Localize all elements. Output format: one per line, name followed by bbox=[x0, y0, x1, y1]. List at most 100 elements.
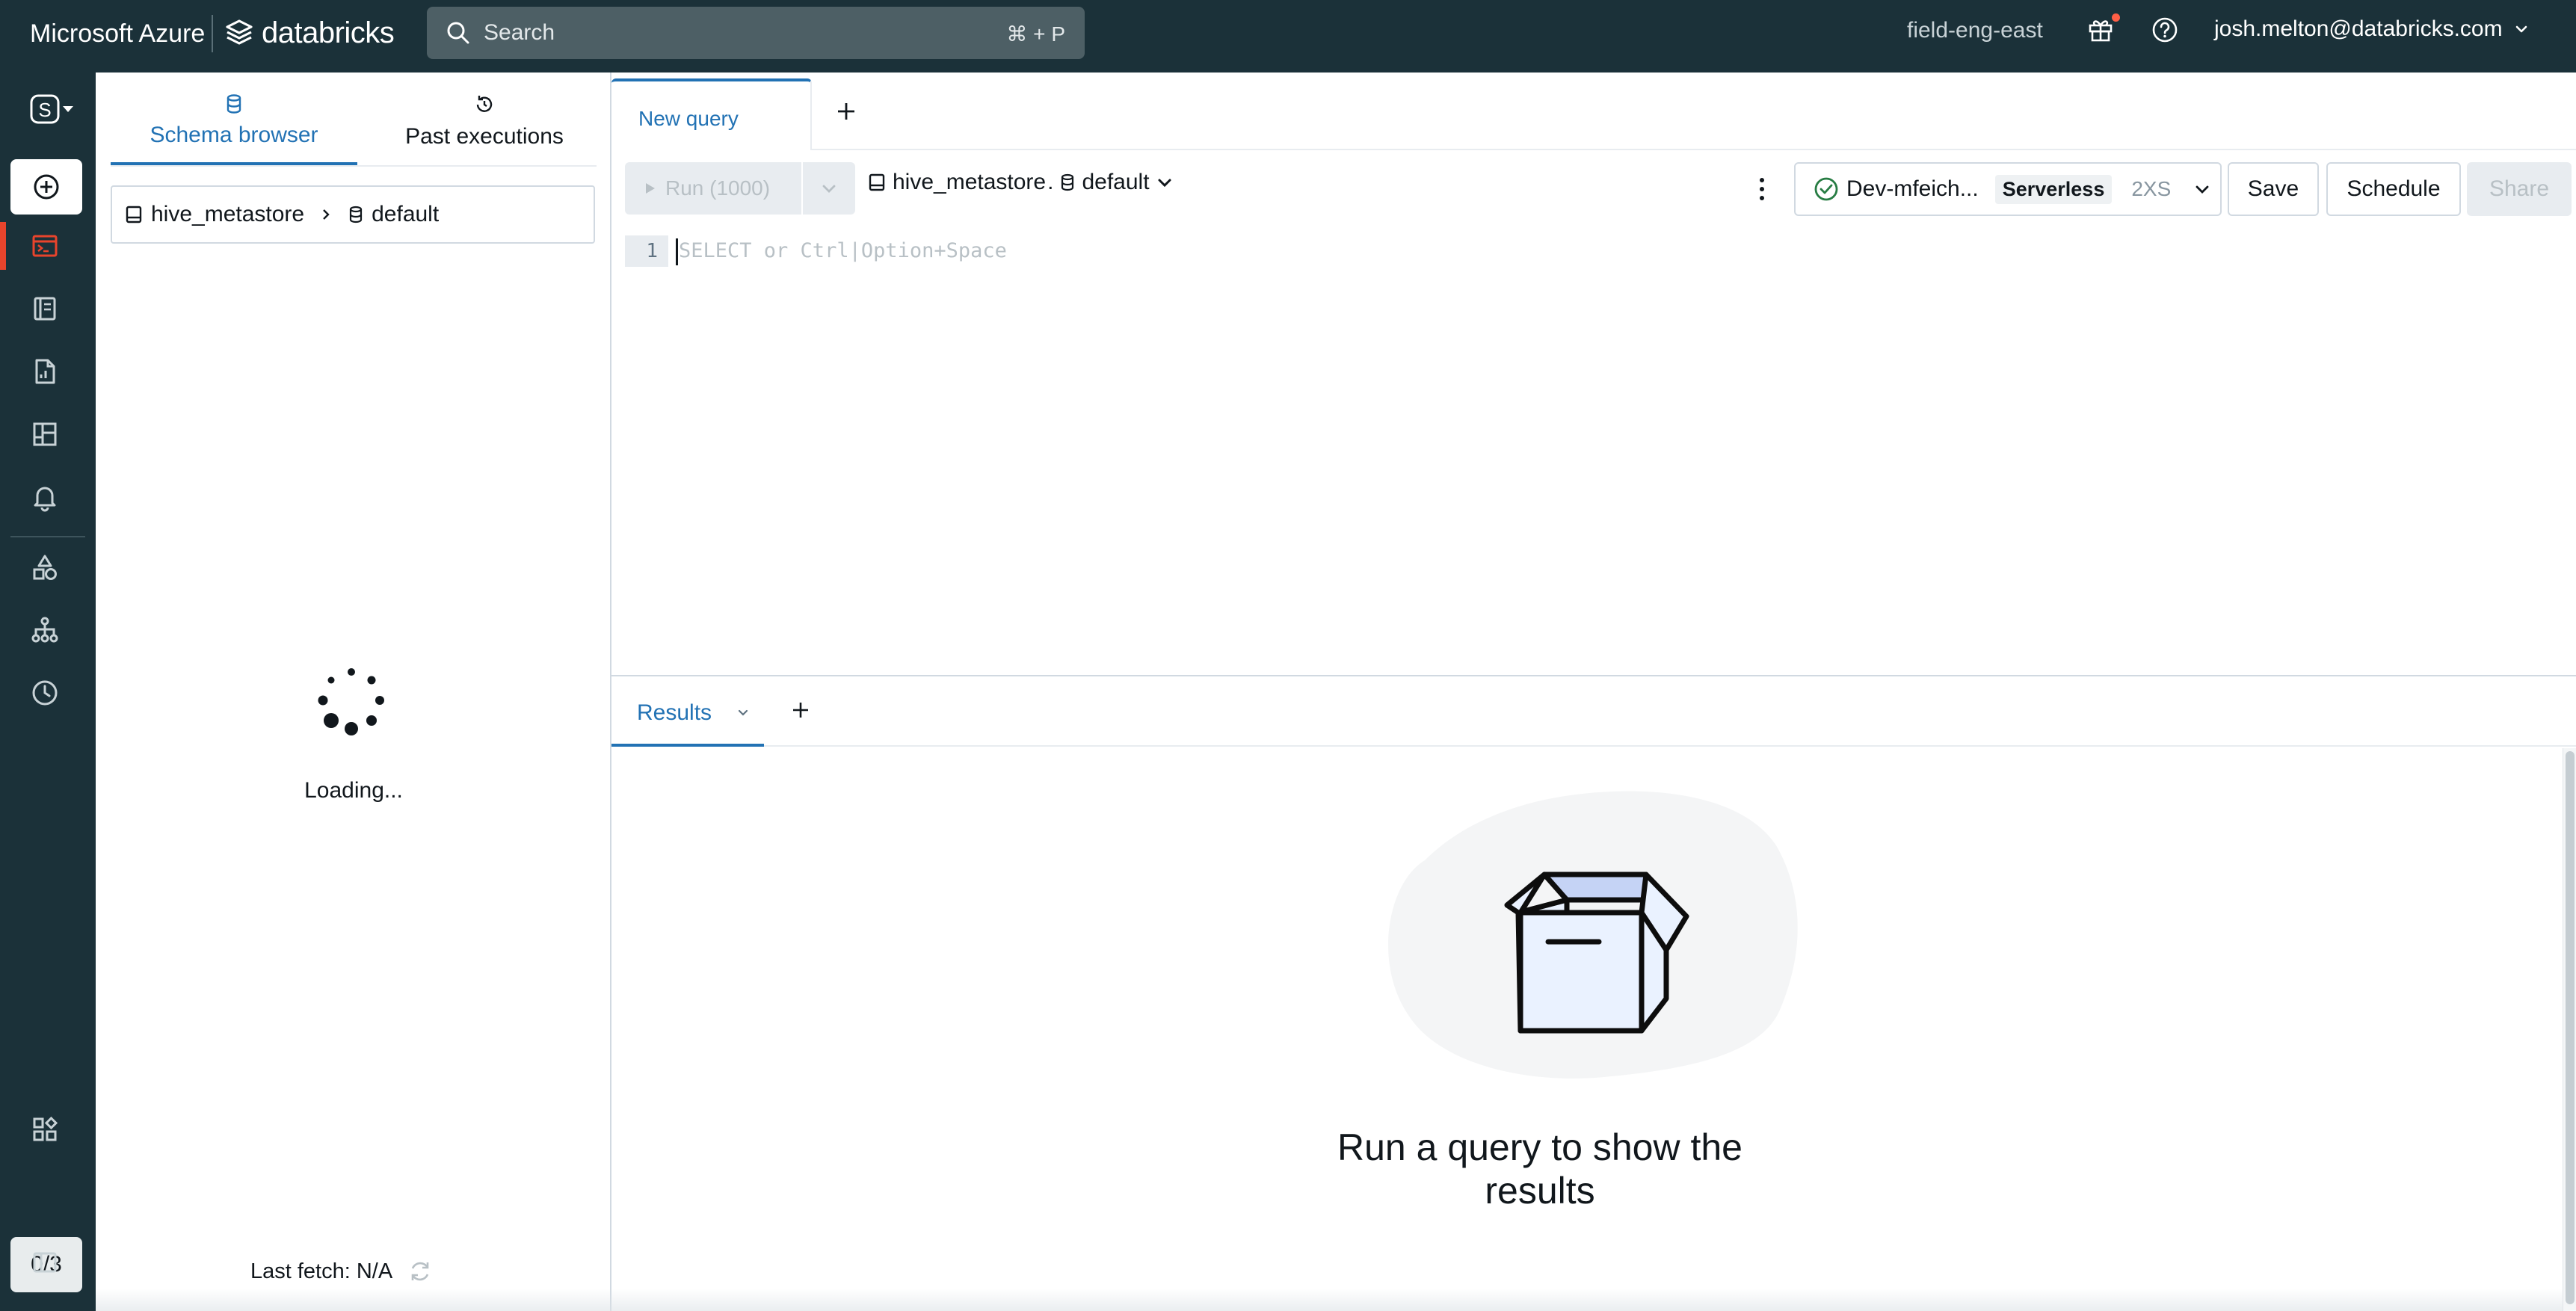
chevron-down-icon bbox=[2193, 180, 2211, 198]
add-visualization-button[interactable] bbox=[788, 697, 813, 723]
catalog-icon bbox=[867, 172, 887, 193]
collapse-sidebar-button[interactable] bbox=[24, 1241, 66, 1283]
search-icon bbox=[445, 19, 472, 46]
nav-query-history[interactable] bbox=[24, 672, 66, 714]
apps-icon bbox=[30, 1114, 60, 1144]
active-nav-indicator bbox=[0, 222, 6, 270]
nav-queries[interactable] bbox=[24, 288, 66, 330]
dashboard-icon bbox=[30, 419, 60, 449]
tab-past-executions-label: Past executions bbox=[405, 124, 564, 149]
workspace-letter: S bbox=[38, 99, 51, 121]
breadcrumb-catalog[interactable]: hive_metastore bbox=[151, 202, 304, 227]
last-fetch-text: Last fetch: N/A bbox=[250, 1259, 393, 1283]
share-button[interactable]: Share bbox=[2467, 162, 2572, 216]
text-cursor bbox=[676, 238, 678, 265]
schema-icon bbox=[1059, 173, 1076, 192]
loading-text: Loading... bbox=[304, 778, 403, 803]
plus-icon bbox=[788, 697, 813, 723]
schedule-button[interactable]: Schedule bbox=[2326, 162, 2461, 216]
nav-dashboards[interactable] bbox=[24, 413, 66, 455]
empty-results-line1: Run a query to show the bbox=[1337, 1126, 1743, 1168]
nav-catalog[interactable] bbox=[24, 546, 66, 588]
bell-icon bbox=[30, 482, 60, 512]
loading-spinner bbox=[314, 663, 389, 738]
databricks-logo-icon bbox=[224, 18, 254, 48]
add-query-tab-button[interactable] bbox=[833, 98, 860, 125]
azure-brand: Microsoft Azure bbox=[30, 19, 206, 48]
breadcrumb-schema[interactable]: default bbox=[372, 202, 439, 227]
query-tab[interactable]: New query bbox=[611, 78, 812, 150]
run-button[interactable]: Run (1000) bbox=[625, 162, 801, 215]
warehouse-name: Dev-mfeich... bbox=[1846, 176, 1979, 201]
empty-results-message: Run a query to show the results bbox=[611, 1126, 2468, 1212]
empty-box-icon bbox=[1358, 771, 1821, 1107]
nav-sql-editor[interactable] bbox=[24, 225, 66, 267]
nav-marketplace[interactable] bbox=[24, 1108, 66, 1150]
editor-placeholder: SELECT or Ctrl|Option+Space bbox=[679, 239, 1007, 262]
workspace-switcher[interactable]: field-eng-east bbox=[1907, 18, 2043, 43]
selected-schema: default bbox=[1082, 170, 1150, 194]
schema-icon bbox=[348, 205, 364, 224]
schema-panel: Schema browser Past executions hive_meta… bbox=[96, 73, 611, 1311]
persona-switcher[interactable]: S bbox=[22, 89, 79, 131]
whats-new-button[interactable] bbox=[2086, 13, 2120, 45]
chevron-down-icon bbox=[819, 179, 839, 198]
databricks-logo[interactable]: databricks bbox=[224, 13, 395, 52]
new-button[interactable] bbox=[10, 159, 82, 215]
sidebar-icon bbox=[30, 1247, 60, 1277]
last-fetch-status: Last fetch: N/A bbox=[250, 1259, 433, 1284]
help-button[interactable] bbox=[2150, 15, 2180, 45]
user-email: josh.melton@databricks.com bbox=[2214, 16, 2503, 41]
catalog-separator: . bbox=[1047, 170, 1054, 194]
sql-editor-icon bbox=[30, 231, 60, 261]
kebab-icon bbox=[1751, 173, 1773, 206]
empty-results-line2: results bbox=[1485, 1170, 1595, 1212]
tabs-divider bbox=[111, 165, 597, 167]
workflow-icon bbox=[30, 615, 60, 645]
nav-workflows[interactable] bbox=[24, 609, 66, 651]
query-tab-label: New query bbox=[638, 107, 739, 130]
catalog-schema-selector[interactable]: hive_metastore . default bbox=[867, 170, 1174, 195]
nav-dashboards-legacy[interactable] bbox=[24, 351, 66, 392]
gift-icon bbox=[2086, 15, 2116, 45]
results-tab-label: Results bbox=[637, 700, 712, 725]
tab-results[interactable]: Results bbox=[611, 676, 764, 747]
plus-circle-icon bbox=[31, 172, 61, 202]
plus-icon bbox=[833, 98, 860, 125]
global-search[interactable]: Search ⌘ + P bbox=[427, 7, 1085, 59]
editor-toolbar: Run (1000) hive_metastore . default Dev-… bbox=[611, 152, 2576, 226]
scrollbar-thumb[interactable] bbox=[2566, 751, 2575, 1304]
file-chart-icon bbox=[30, 357, 60, 386]
tab-schema-browser[interactable]: Schema browser bbox=[111, 93, 357, 148]
nav-alerts[interactable] bbox=[24, 476, 66, 518]
chevron-down-icon bbox=[2513, 21, 2530, 37]
warehouse-selector[interactable]: Dev-mfeich... Serverless 2XS bbox=[1794, 162, 2222, 216]
run-options-button[interactable] bbox=[803, 162, 855, 215]
query-tab-bar: New query bbox=[611, 73, 2576, 150]
schema-breadcrumb[interactable]: hive_metastore default bbox=[111, 185, 595, 244]
results-scrollbar[interactable] bbox=[2563, 748, 2576, 1311]
catalog-icon bbox=[124, 204, 144, 225]
user-menu[interactable]: josh.melton@databricks.com bbox=[2214, 16, 2530, 42]
chevron-right-icon bbox=[319, 206, 333, 223]
clock-icon bbox=[30, 678, 60, 708]
results-tab-bar: Results bbox=[611, 676, 2576, 747]
play-icon bbox=[644, 182, 656, 195]
tab-schema-browser-label: Schema browser bbox=[150, 123, 318, 147]
more-options-button[interactable] bbox=[1751, 173, 1773, 206]
database-icon bbox=[224, 93, 244, 114]
line-number: 1 bbox=[625, 235, 668, 267]
nav-divider bbox=[10, 536, 85, 537]
sql-editor[interactable]: 1 SELECT or Ctrl|Option+Space bbox=[611, 226, 2576, 675]
refresh-icon[interactable] bbox=[407, 1259, 433, 1284]
results-panel: Run a query to show the results bbox=[611, 748, 2563, 1311]
tab-past-executions[interactable]: Past executions bbox=[365, 93, 604, 149]
bottom-shadow bbox=[96, 1289, 2563, 1311]
shapes-icon bbox=[30, 552, 60, 582]
chevron-down-icon[interactable] bbox=[736, 705, 751, 720]
selected-catalog: hive_metastore bbox=[893, 170, 1047, 194]
help-icon bbox=[2150, 15, 2180, 45]
check-circle-icon bbox=[1814, 176, 1839, 202]
save-button[interactable]: Save bbox=[2228, 162, 2319, 216]
notification-dot bbox=[2112, 13, 2120, 22]
